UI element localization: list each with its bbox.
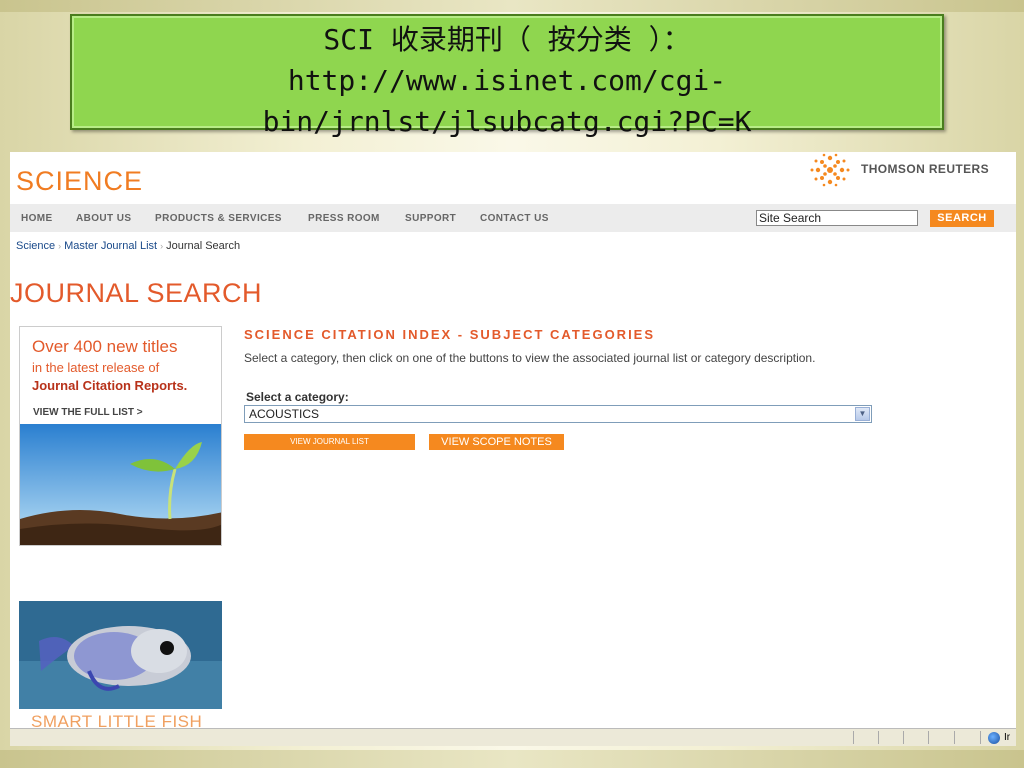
breadcrumb-separator: ›	[58, 241, 62, 251]
status-zone-text: Ir	[1004, 732, 1011, 743]
status-divider	[954, 731, 955, 744]
category-select-value: ACOUSTICS	[249, 407, 320, 421]
category-select-label: Select a category:	[246, 390, 349, 404]
slide-title-line1: SCI 收录期刊（ 按分类 ）：	[323, 23, 691, 56]
view-journal-list-button[interactable]: VIEW JOURNAL LIST	[244, 434, 415, 450]
nav-contact-us[interactable]: CONTACT US	[480, 213, 549, 224]
subject-categories-heading: SCIENCE CITATION INDEX - SUBJECT CATEGOR…	[244, 327, 656, 342]
nav-support[interactable]: SUPPORT	[405, 213, 456, 224]
chevron-down-icon[interactable]: ▼	[855, 407, 870, 421]
status-divider	[928, 731, 929, 744]
robot-fish-image	[19, 601, 222, 709]
search-button[interactable]: SEARCH	[930, 210, 994, 227]
nav-home[interactable]: HOME	[21, 213, 53, 224]
site-search-input[interactable]	[756, 210, 918, 226]
thomson-reuters-logo-icon	[810, 153, 850, 187]
ad-view-full-list-link[interactable]: VIEW THE FULL LIST >	[33, 407, 143, 418]
breadcrumb-separator: ›	[160, 241, 164, 251]
view-scope-notes-button[interactable]: VIEW SCOPE NOTES	[429, 434, 564, 450]
nav-press-room[interactable]: PRESS ROOM	[308, 213, 380, 224]
slide-title-banner: SCI 收录期刊（ 按分类 ）： http://www.isinet.com/c…	[70, 14, 944, 138]
slide-top-strip	[0, 0, 1024, 12]
status-divider	[853, 731, 854, 744]
internet-zone-icon	[988, 732, 1000, 744]
slide-bottom-strip	[0, 750, 1024, 768]
page-title: JOURNAL SEARCH	[10, 278, 263, 308]
slide-title-line2: http://www.isinet.com/cgi-	[287, 64, 727, 97]
nav-about-us[interactable]: ABOUT US	[76, 213, 131, 224]
breadcrumb: Science › Master Journal List › Journal Sear…	[16, 240, 240, 252]
browser-screenshot: SCIENCE THOMSON REUTERS HOME ABOUT US PR…	[10, 152, 1016, 746]
seedling-image	[20, 424, 221, 545]
science-logo[interactable]: SCIENCE	[16, 166, 143, 197]
ad-subline: in the latest release of	[32, 360, 160, 375]
status-divider	[903, 731, 904, 744]
thomson-reuters-brand[interactable]: THOMSON REUTERS	[861, 162, 989, 176]
breadcrumb-master-journal-list[interactable]: Master Journal List	[64, 240, 157, 252]
breadcrumb-current: Journal Search	[166, 240, 241, 252]
nav-products-services[interactable]: PRODUCTS & SERVICES	[155, 213, 282, 224]
slide-title-line3: bin/jrnlst/jlsubcatg.cgi?PC=K	[262, 105, 752, 138]
ad-product: Journal Citation Reports.	[32, 378, 188, 393]
status-divider	[878, 731, 879, 744]
breadcrumb-science[interactable]: Science	[16, 240, 55, 252]
status-divider	[980, 731, 981, 744]
browser-status-bar: Ir	[10, 728, 1016, 746]
category-select[interactable]: ACOUSTICS ▼	[244, 405, 872, 423]
jcr-ad-banner[interactable]: Over 400 new titles in the latest releas…	[19, 326, 222, 546]
ad-headline: Over 400 new titles	[32, 337, 178, 356]
instructions-text: Select a category, then click on one of …	[244, 351, 816, 365]
